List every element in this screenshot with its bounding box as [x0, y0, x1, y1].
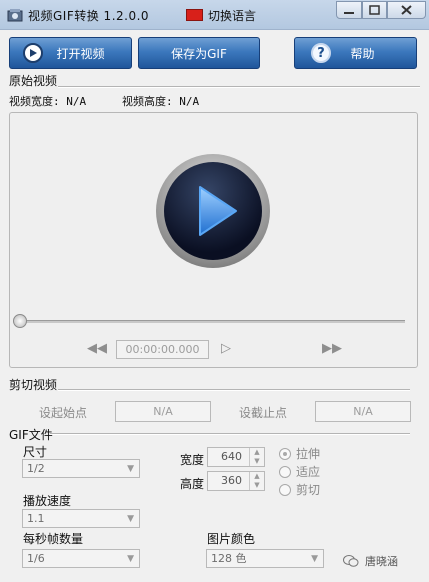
size-select[interactable]: 1/2 ▼: [22, 459, 140, 478]
chevron-down-icon: ▼: [311, 554, 318, 564]
start-point-field[interactable]: N/A: [115, 401, 211, 422]
close-icon: [401, 5, 412, 15]
size-value: 1/2: [27, 462, 45, 475]
app-icon: [7, 9, 23, 22]
radio-icon[interactable]: [279, 483, 291, 496]
play-circle-icon: [23, 43, 43, 63]
radio-selected-icon[interactable]: [279, 447, 291, 460]
video-height-label: 视频高度: N/A: [122, 95, 200, 108]
china-flag-icon[interactable]: [186, 9, 203, 21]
window-title: 视频GIF转换 1.2.0.0: [28, 9, 150, 23]
switch-language-button[interactable]: 切换语言: [208, 7, 256, 24]
step-play-icon[interactable]: ▷: [221, 341, 231, 356]
stretch-option[interactable]: 拉伸: [279, 445, 320, 462]
fps-value: 1/6: [27, 552, 45, 565]
save-gif-button[interactable]: 保存为GIF: [138, 37, 260, 69]
color-select[interactable]: 128 色 ▼: [206, 549, 324, 568]
help-icon: ?: [311, 43, 331, 63]
width-stepper[interactable]: 640 ▲ ▼: [207, 447, 265, 467]
color-value: 128 色: [211, 552, 247, 565]
close-button[interactable]: [387, 1, 426, 19]
title-bar: 视频GIF转换 1.2.0.0 切换语言: [0, 0, 429, 30]
section-divider: [58, 389, 410, 391]
stretch-label: 拉伸: [296, 447, 321, 461]
speed-select[interactable]: 1.1 ▼: [22, 509, 140, 528]
help-label: 帮助: [350, 46, 375, 61]
speed-label: 播放速度: [23, 494, 72, 508]
fit-option[interactable]: 适应: [279, 463, 320, 480]
size-label: 尺寸: [23, 445, 48, 459]
minimize-icon: [344, 12, 354, 14]
minimize-button[interactable]: [336, 1, 362, 19]
open-video-label: 打开视频: [56, 46, 105, 61]
section-divider: [50, 433, 410, 435]
open-video-button[interactable]: 打开视频: [9, 37, 132, 69]
chevron-down-icon: ▼: [127, 464, 134, 474]
video-width-label: 视频宽度: N/A: [9, 95, 87, 108]
fast-forward-icon[interactable]: ▶▶: [322, 341, 342, 356]
watermark: 唐晓涵: [343, 553, 398, 569]
stepper-arrows-icon[interactable]: ▲ ▼: [249, 472, 264, 490]
color-label: 图片颜色: [207, 532, 256, 546]
set-start-button[interactable]: 设起始点: [39, 404, 87, 421]
big-play-button[interactable]: [156, 154, 270, 268]
end-point-field[interactable]: N/A: [315, 401, 411, 422]
set-end-button[interactable]: 设截止点: [239, 404, 287, 421]
fit-label: 适应: [296, 465, 321, 479]
stepper-arrows-icon[interactable]: ▲ ▼: [249, 448, 264, 466]
cut-video-title: 剪切视频: [9, 378, 58, 392]
fps-select[interactable]: 1/6 ▼: [22, 549, 140, 568]
radio-icon[interactable]: [279, 465, 291, 478]
speed-value: 1.1: [27, 512, 45, 525]
timecode-display: 00:00:00.000: [116, 340, 209, 359]
height-value: 360: [221, 474, 242, 487]
section-divider: [58, 86, 420, 88]
maximize-button[interactable]: [362, 1, 387, 19]
play-icon: [164, 162, 262, 260]
width-value: 640: [221, 450, 242, 463]
watermark-text: 唐晓涵: [365, 555, 398, 568]
chevron-down-icon: ▼: [127, 554, 134, 564]
chevron-down-icon: ▼: [127, 514, 134, 524]
crop-option[interactable]: 剪切: [279, 481, 320, 498]
maximize-icon: [369, 5, 380, 15]
wechat-icon: [343, 555, 359, 567]
rewind-icon[interactable]: ◀◀: [87, 341, 107, 356]
fps-label: 每秒帧数量: [23, 532, 84, 546]
height-label: 高度: [180, 477, 205, 491]
width-label: 宽度: [180, 453, 205, 467]
gif-file-title: GIF文件: [9, 428, 53, 442]
seek-handle[interactable]: [13, 314, 27, 328]
save-gif-label: 保存为GIF: [171, 46, 227, 61]
help-button[interactable]: ? 帮助: [294, 37, 417, 69]
crop-label: 剪切: [296, 483, 321, 497]
seek-bar[interactable]: [22, 320, 405, 323]
height-stepper[interactable]: 360 ▲ ▼: [207, 471, 265, 491]
original-video-title: 原始视频: [9, 74, 58, 88]
